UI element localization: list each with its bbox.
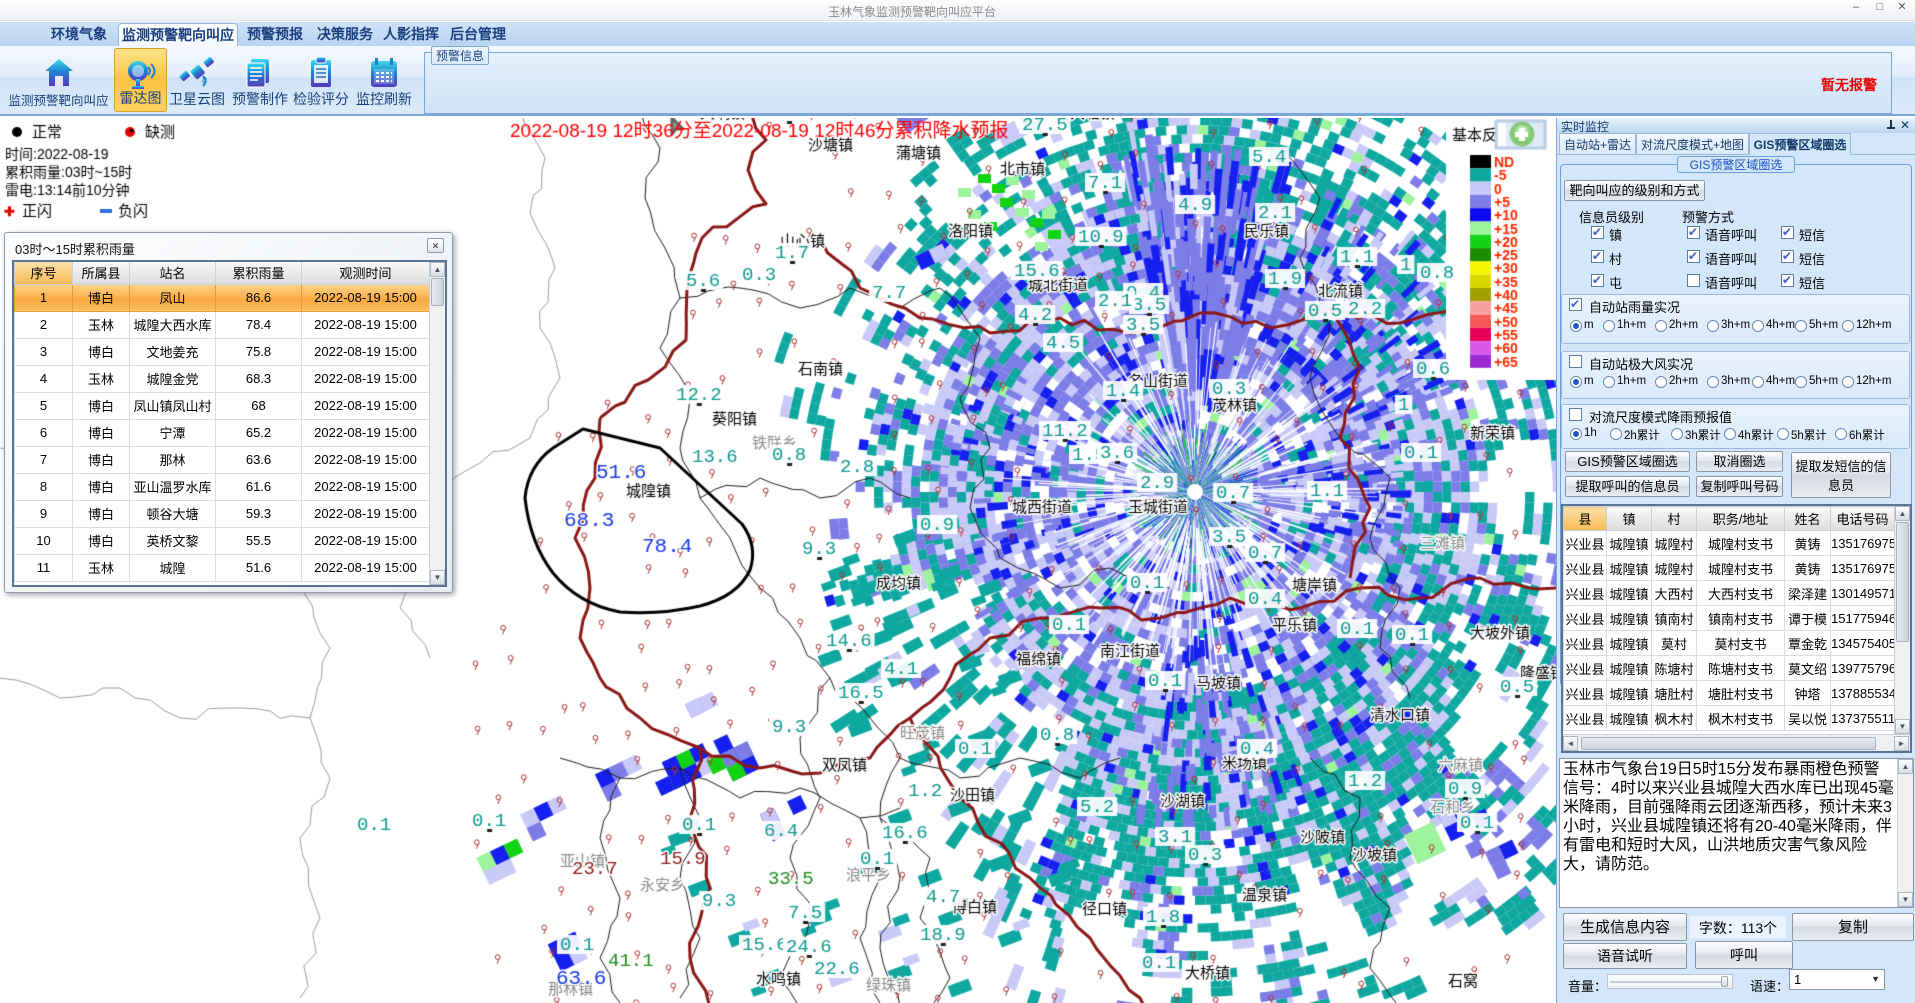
- svg-text:c: c: [202, 75, 207, 86]
